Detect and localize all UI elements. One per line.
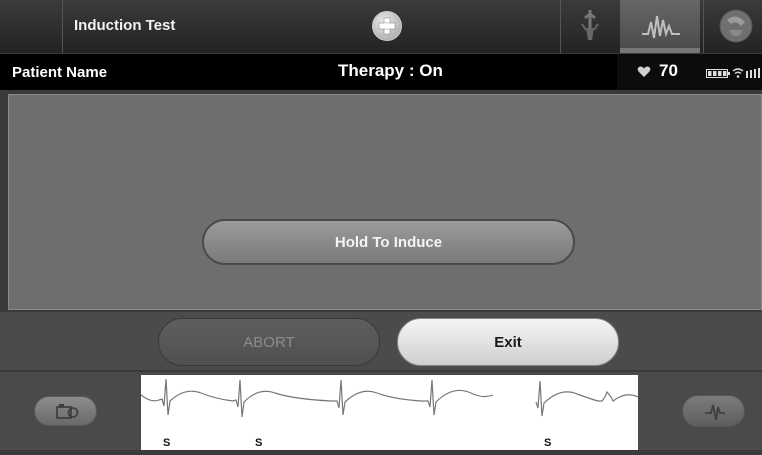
wifi-icon <box>732 68 744 78</box>
therapy-status: Therapy : On <box>338 61 443 80</box>
waveform-tool-button[interactable] <box>620 0 700 53</box>
waveform-icon <box>642 15 680 39</box>
wand-icon <box>581 10 599 40</box>
plus-circle-icon[interactable] <box>372 11 402 41</box>
heart-rate-value: 70 <box>659 61 678 80</box>
screen-title: Induction Test <box>74 17 176 34</box>
beat-marker: S <box>163 437 171 449</box>
exit-button[interactable]: Exit <box>397 318 619 366</box>
wand-tool-button[interactable] <box>560 0 620 53</box>
signal-icon <box>746 68 760 78</box>
camera-icon <box>56 404 79 419</box>
ecg-icon <box>705 404 725 421</box>
abort-button[interactable]: ABORT <box>158 318 380 366</box>
beat-marker: S <box>544 437 552 449</box>
ecg-rhythm-button[interactable] <box>682 395 745 427</box>
heart-icon <box>637 66 651 77</box>
ecg-capture-button[interactable] <box>34 396 97 426</box>
beat-marker: S <box>255 437 263 449</box>
ecg-strip <box>140 375 639 450</box>
battery-icon <box>706 69 730 78</box>
divider <box>703 0 704 53</box>
action-bar <box>0 312 762 370</box>
hold-to-induce-button[interactable]: Hold To Induce <box>202 219 575 265</box>
induction-panel <box>8 94 762 310</box>
divider <box>62 0 63 53</box>
ecg-waveform <box>140 378 639 418</box>
magnet-tool-button[interactable] <box>705 0 762 53</box>
patient-name: Patient Name <box>12 64 108 81</box>
magnet-icon <box>719 9 753 43</box>
active-tab-indicator <box>620 48 700 53</box>
